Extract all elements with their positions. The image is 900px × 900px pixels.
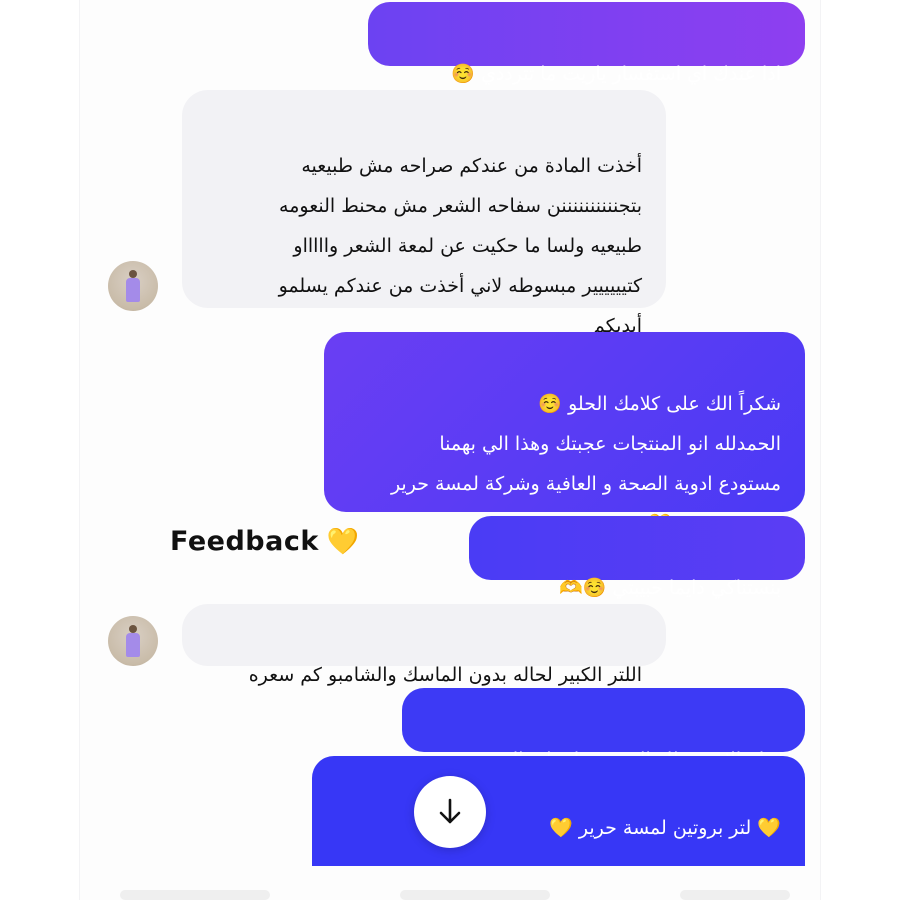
message-text: شكراً الك على كلامك الحلو ☺️ الحمدلله ان…	[390, 393, 781, 535]
message-text: اللتر الكبير لحاله بدون الماسك والشامبو …	[248, 664, 642, 686]
message-bubble-outgoing[interactable]: 💛 لتر بروتين لمسة حرير 💛	[312, 756, 805, 866]
feedback-caption: Feedback 💛	[170, 526, 360, 557]
message-bubble-outgoing[interactable]: اذا عندك اي استفسار ياريت ما تترددي ☺️	[368, 2, 805, 85]
message-text: أخذت المادة من عندكم صراحه مش طبيعيه بتج…	[278, 155, 642, 337]
bottom-pill	[120, 890, 270, 900]
message-bubble-outgoing[interactable]: بنستناكي دايما حبيبتي ☺️🫶	[469, 516, 805, 599]
bottom-pill	[680, 890, 790, 900]
message-text: اذا عندك اي استفسار ياريت ما تترددي ☺️	[451, 63, 781, 85]
avatar[interactable]	[108, 616, 158, 666]
message-bubble-incoming[interactable]: أخذت المادة من عندكم صراحه مش طبيعيه بتج…	[182, 90, 666, 337]
message-text: بنستناكي دايما حبيبتي ☺️🫶	[559, 577, 781, 599]
message-bubble-outgoing[interactable]: شكراً الك على كلامك الحلو ☺️ الحمدلله ان…	[324, 332, 805, 535]
heart-emoji: 💛	[326, 527, 360, 557]
scroll-to-bottom-button[interactable]	[414, 776, 486, 848]
message-text: 💛 لتر بروتين لمسة حرير 💛	[549, 817, 781, 839]
message-bubble-outgoing[interactable]: تمام الان ببعتلك العرض على لتر البروتين	[402, 688, 805, 771]
message-bubble-incoming[interactable]: اللتر الكبير لحاله بدون الماسك والشامبو …	[182, 604, 666, 686]
avatar[interactable]	[108, 261, 158, 311]
arrow-down-icon	[439, 798, 461, 824]
bottom-pill	[400, 890, 550, 900]
bottom-bar	[80, 866, 820, 900]
chat-thread: اذا عندك اي استفسار ياريت ما تترددي ☺️ أ…	[80, 0, 820, 900]
feedback-label: Feedback	[170, 526, 319, 557]
